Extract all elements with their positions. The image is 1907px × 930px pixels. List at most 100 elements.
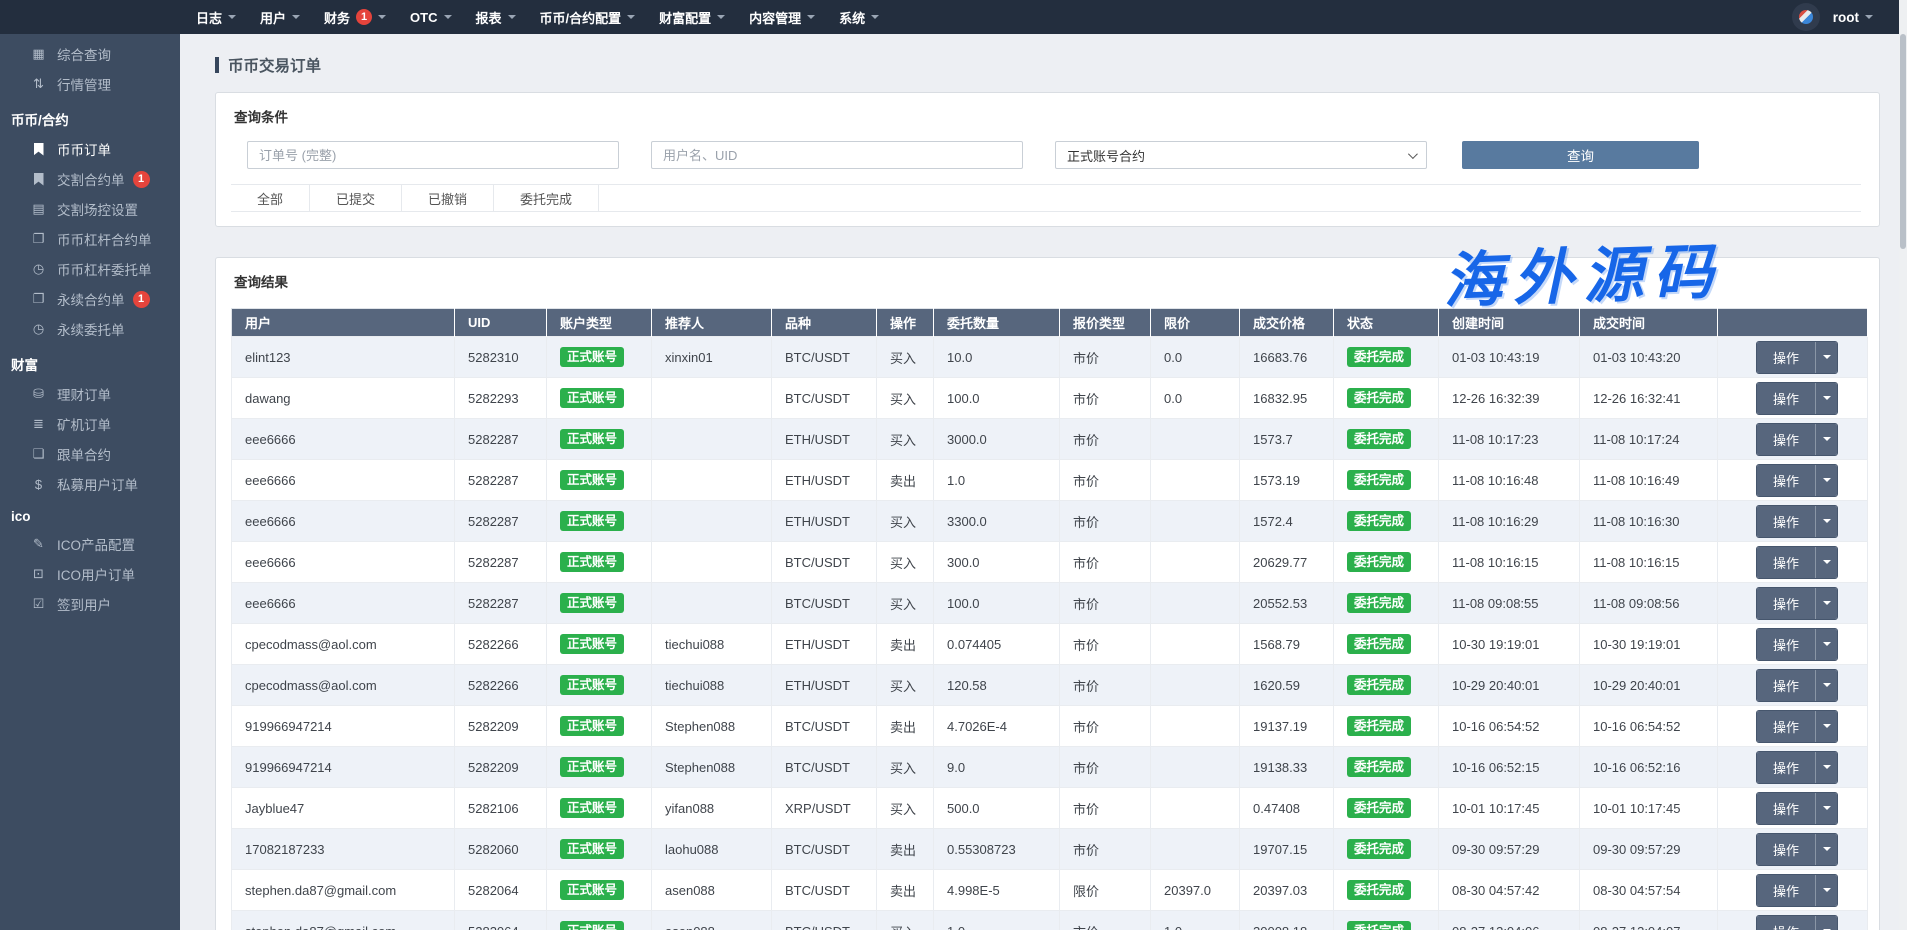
sidebar-item-label: 综合查询: [57, 44, 111, 64]
cell-amount: 1.0: [947, 924, 965, 930]
sidebar-item-0[interactable]: ▦ 综合查询: [0, 39, 180, 69]
chevron-down-icon: [1823, 519, 1831, 523]
sidebar-item-7[interactable]: ◷ 币币杠杆委托单: [0, 254, 180, 284]
search-form: 正式账号合约 查询: [216, 126, 1879, 169]
cell-amount: 300.0: [947, 555, 980, 570]
row-action-button[interactable]: 操作: [1757, 670, 1815, 701]
row-action-dropdown-button[interactable]: [1815, 588, 1837, 619]
sidebar-item-4[interactable]: 交割合约单 1: [0, 164, 180, 194]
row-action-button[interactable]: 操作: [1757, 752, 1815, 783]
topnav-item-label: 用户: [260, 8, 286, 27]
status-filter-tab[interactable]: 已撤销: [402, 185, 494, 211]
row-action-dropdown-button[interactable]: [1815, 834, 1837, 865]
sidebar-item-17[interactable]: ⊡ ICO用户订单: [0, 559, 180, 589]
sidebar-item-13[interactable]: ❏ 跟单合约: [0, 439, 180, 469]
sidebar-item-12[interactable]: ≣ 矿机订单: [0, 409, 180, 439]
order-no-input[interactable]: [247, 141, 619, 169]
row-action-button[interactable]: 操作: [1757, 793, 1815, 824]
row-action-button[interactable]: 操作: [1757, 383, 1815, 414]
topnav-item[interactable]: 币币/合约配置: [540, 8, 636, 27]
cell-side: 买入: [890, 761, 916, 776]
sidebar-item-3[interactable]: 币币订单: [0, 134, 180, 164]
sidebar-item-5[interactable]: ▤ 交割场控设置: [0, 194, 180, 224]
row-action-dropdown-button[interactable]: [1815, 383, 1837, 414]
sidebar-item-label: 理财订单: [57, 384, 111, 404]
row-action-dropdown-button[interactable]: [1815, 752, 1837, 783]
sidebar-item-11[interactable]: ⛁ 理财订单: [0, 379, 180, 409]
row-action-dropdown-button[interactable]: [1815, 670, 1837, 701]
row-action-dropdown-button[interactable]: [1815, 875, 1837, 906]
vertical-scrollbar[interactable]: [1899, 0, 1907, 930]
row-action-button[interactable]: 操作: [1757, 424, 1815, 455]
row-action-dropdown-button[interactable]: [1815, 629, 1837, 660]
row-action-button[interactable]: 操作: [1757, 547, 1815, 578]
status-filter-tab[interactable]: 已提交: [310, 185, 402, 211]
cell-filled-time: 08-30 04:57:54: [1593, 883, 1680, 898]
search-panel-title: 查询条件: [216, 93, 1879, 126]
topnav-item[interactable]: 内容管理: [749, 8, 815, 27]
cell-amount: 9.0: [947, 760, 965, 775]
cell-amount: 0.074405: [947, 637, 1001, 652]
cell-filled-time: 08-27 13:04:07: [1593, 924, 1680, 930]
topnav-right: root: [1792, 3, 1873, 31]
cell-price-type: 市价: [1073, 351, 1099, 366]
topnav-item[interactable]: 报表: [476, 8, 516, 27]
cell-side: 卖出: [890, 638, 916, 653]
row-action-dropdown-button[interactable]: [1815, 424, 1837, 455]
account-type-select[interactable]: 正式账号合约: [1055, 141, 1427, 169]
row-action-button[interactable]: 操作: [1757, 588, 1815, 619]
avatar[interactable]: [1792, 3, 1820, 31]
row-action-button[interactable]: 操作: [1757, 506, 1815, 537]
scrollbar-thumb[interactable]: [1900, 34, 1906, 249]
user-search-input[interactable]: [651, 141, 1023, 169]
cell-price-type: 市价: [1073, 925, 1099, 930]
row-action-dropdown-button[interactable]: [1815, 506, 1837, 537]
cell-symbol: XRP/USDT: [785, 801, 851, 816]
row-action-dropdown-button[interactable]: [1815, 465, 1837, 496]
row-action-dropdown-button[interactable]: [1815, 711, 1837, 742]
row-action-button[interactable]: 操作: [1757, 834, 1815, 865]
row-action-dropdown-button[interactable]: [1815, 342, 1837, 373]
sidebar-item-14[interactable]: $ 私募用户订单: [0, 469, 180, 499]
topnav-item[interactable]: 日志: [196, 8, 236, 27]
cell-user: 919966947214: [245, 719, 332, 734]
row-action-button[interactable]: 操作: [1757, 465, 1815, 496]
status-filter-tab[interactable]: 全部: [231, 185, 310, 211]
row-action-button[interactable]: 操作: [1757, 916, 1815, 930]
sidebar-item-label: 币币杠杆合约单: [57, 229, 152, 249]
row-action-button[interactable]: 操作: [1757, 629, 1815, 660]
sidebar-item-18[interactable]: ☑ 签到用户: [0, 589, 180, 619]
row-action-button[interactable]: 操作: [1757, 342, 1815, 373]
sidebar-item-1[interactable]: ⇅ 行情管理: [0, 69, 180, 99]
cell-price-type: 市价: [1073, 843, 1099, 858]
row-action-dropdown-button[interactable]: [1815, 793, 1837, 824]
cell-uid: 5282287: [468, 432, 519, 447]
account-type-badge: 正式账号: [560, 798, 624, 819]
topnav-item[interactable]: 财富配置: [659, 8, 725, 27]
sidebar-item-9[interactable]: ◷ 永续委托单: [0, 314, 180, 344]
cell-user: Jayblue47: [245, 801, 304, 816]
cell-deal-price: 19138.33: [1253, 760, 1307, 775]
sidebar-item-6[interactable]: ❐ 币币杠杆合约单: [0, 224, 180, 254]
tabs-filler: [599, 185, 1861, 211]
row-action-dropdown-button[interactable]: [1815, 916, 1837, 930]
status-badge: 委托完成: [1347, 511, 1411, 532]
row-action-button[interactable]: 操作: [1757, 875, 1815, 906]
cell-filled-time: 10-29 20:40:01: [1593, 678, 1680, 693]
cell-uid: 5282266: [468, 637, 519, 652]
row-action-button[interactable]: 操作: [1757, 711, 1815, 742]
search-button[interactable]: 查询: [1462, 141, 1699, 169]
sidebar-item-label: 永续合约单: [57, 289, 125, 309]
row-action-dropdown-button[interactable]: [1815, 547, 1837, 578]
topnav-item[interactable]: OTC: [410, 10, 451, 25]
topnav-item[interactable]: 用户: [260, 8, 300, 27]
sidebar-item-16[interactable]: ✎ ICO产品配置: [0, 529, 180, 559]
topnav-item[interactable]: 财务 1: [324, 8, 386, 27]
user-menu[interactable]: root: [1833, 10, 1873, 25]
sidebar-item-8[interactable]: ❐ 永续合约单 1: [0, 284, 180, 314]
topnav-item-label: 币币/合约配置: [540, 8, 622, 27]
status-badge: 委托完成: [1347, 839, 1411, 860]
table-row: 919966947214 5282209 正式账号 Stephen088 BTC…: [232, 747, 1868, 788]
status-filter-tab[interactable]: 委托完成: [494, 185, 599, 211]
topnav-item[interactable]: 系统: [839, 8, 879, 27]
